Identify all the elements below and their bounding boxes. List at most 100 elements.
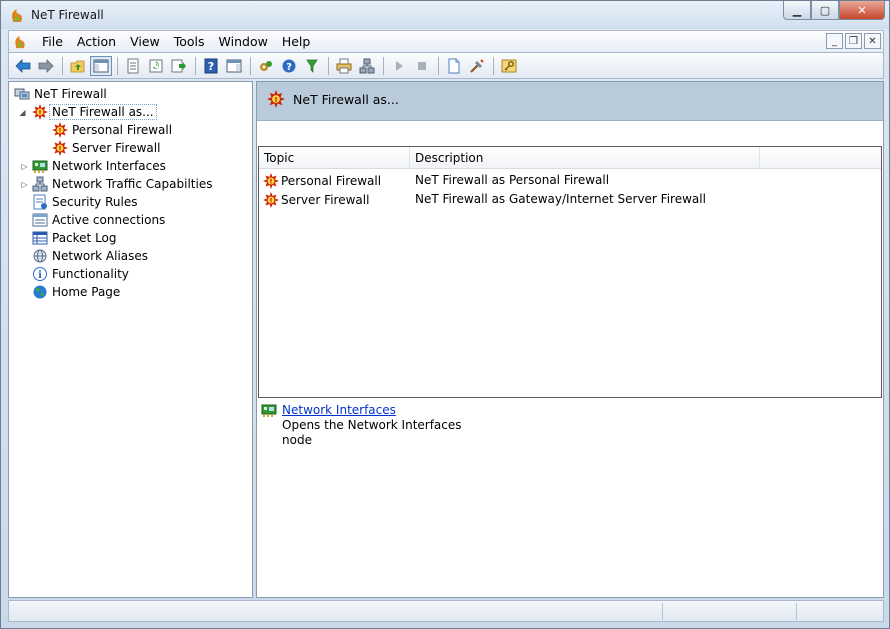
stop-button[interactable] [411, 56, 433, 76]
list-item-topic: Server Firewall [281, 192, 370, 207]
filter-button[interactable] [301, 56, 323, 76]
tree-item-traffic-capabilities[interactable]: Network Traffic Capabilties [32, 175, 212, 193]
menu-items: File Action View Tools Window Help [35, 34, 317, 50]
title-bar[interactable]: NeT Firewall ▁ ▢ ✕ [1, 1, 889, 29]
window-controls: ▁ ▢ ✕ [783, 1, 885, 21]
child-window-controls: _ ❐ ✕ [826, 33, 881, 49]
firewall-burst-icon: ! [267, 90, 285, 108]
content-title: NeT Firewall as... [293, 92, 399, 107]
maximize-button[interactable]: ▢ [811, 1, 839, 20]
collapse-arrow-icon[interactable]: ◢ [18, 108, 27, 117]
network-interfaces-link[interactable]: Network Interfaces [282, 403, 396, 417]
tree-item-personal-firewall[interactable]: ! Personal Firewall [52, 121, 172, 139]
back-button[interactable] [12, 56, 34, 76]
up-one-level-button[interactable] [67, 56, 89, 76]
child-close-button[interactable]: ✕ [864, 33, 881, 49]
tree-item-server-firewall[interactable]: ! Server Firewall [52, 139, 160, 157]
menu-action[interactable]: Action [70, 34, 123, 50]
tree-item-label: Home Page [52, 285, 121, 299]
print-button[interactable] [333, 56, 355, 76]
start-button[interactable] [388, 56, 410, 76]
list-item-description: NeT Firewall as Personal Firewall [415, 173, 610, 187]
close-button[interactable]: ✕ [839, 1, 885, 20]
tree-item-label: Packet Log [52, 231, 117, 245]
tree-item-root[interactable]: NeT Firewall [14, 85, 107, 103]
forward-button[interactable] [35, 56, 57, 76]
export-list-button[interactable] [168, 56, 190, 76]
help-topics-button[interactable]: ? [278, 56, 300, 76]
list-item-description: NeT Firewall as Gateway/Internet Server … [415, 192, 706, 206]
action-pane-button[interactable] [223, 56, 245, 76]
menu-tools[interactable]: Tools [167, 34, 212, 50]
menu-help[interactable]: Help [275, 34, 318, 50]
toolbar-separator [383, 56, 384, 75]
new-button[interactable] [443, 56, 465, 76]
expand-arrow-icon[interactable]: ▷ [20, 162, 29, 171]
list-item[interactable]: ! Server Firewall NeT Firewall as Gatewa… [259, 190, 881, 209]
app-menu-icon[interactable] [13, 34, 27, 49]
menu-window[interactable]: Window [212, 34, 275, 50]
tree-item-functionality[interactable]: i Functionality [32, 265, 129, 283]
help-icon: ? [204, 58, 218, 73]
refresh-button[interactable] [145, 56, 167, 76]
tools-icon [470, 58, 484, 73]
column-header-description[interactable]: Description [410, 147, 760, 169]
child-restore-button[interactable]: ❐ [845, 33, 862, 49]
toolbar-separator [438, 56, 439, 75]
maximize-icon: ▢ [819, 3, 831, 17]
minimize-button[interactable]: ▁ [783, 1, 811, 20]
toolbar-separator [195, 56, 196, 75]
menu-view[interactable]: View [123, 34, 167, 50]
link-description: Opens the Network Interfaces node [282, 418, 462, 447]
app-window: NeT Firewall ▁ ▢ ✕ File Action View Tool… [0, 0, 890, 629]
menu-file[interactable]: File [35, 34, 70, 50]
tree-item-network-interfaces[interactable]: Network Interfaces [32, 157, 166, 175]
tools-button[interactable] [466, 56, 488, 76]
list-item[interactable]: ! Personal Firewall NeT Firewall as Pers… [259, 171, 881, 190]
list-item-topic: Personal Firewall [281, 173, 382, 188]
tree-item-label: Security Rules [52, 195, 138, 209]
properties-button[interactable] [122, 56, 144, 76]
export-list-icon [171, 59, 186, 72]
tree-item-label: Network Aliases [52, 249, 149, 263]
play-icon [396, 60, 403, 71]
toolbar-separator [250, 56, 251, 75]
content-pane: ! NeT Firewall as... Topic Description !… [256, 81, 884, 598]
svg-text:!: ! [270, 177, 273, 185]
tree-item-active-connections[interactable]: Active connections [32, 211, 165, 229]
svg-text:?: ? [286, 62, 292, 73]
connections-list-icon [32, 212, 48, 228]
tree-item-firewall-as[interactable]: ! NeT Firewall as... [32, 103, 157, 121]
network-traffic-icon [32, 176, 48, 192]
tree-item-security-rules[interactable]: Security Rules [32, 193, 137, 211]
expand-arrow-icon[interactable]: ▷ [20, 180, 29, 189]
child-minimize-button[interactable]: _ [826, 33, 843, 49]
status-segment [662, 603, 796, 620]
column-header-topic[interactable]: Topic [259, 147, 410, 169]
key-icon [501, 59, 517, 72]
info-icon: i [32, 266, 48, 282]
navigation-tree: NeT Firewall ◢ ! NeT Firewall as... ! Pe… [8, 81, 253, 598]
show-hide-tree-button[interactable] [90, 55, 112, 76]
stop-icon [418, 61, 426, 70]
print-icon [336, 58, 352, 73]
tree-item-network-aliases[interactable]: Network Aliases [32, 247, 148, 265]
connect-button[interactable] [255, 56, 277, 76]
toolbar: ? ? [8, 53, 884, 79]
minimize-icon: ▁ [792, 3, 802, 17]
help-circle-icon: ? [282, 59, 296, 73]
tree-item-packet-log[interactable]: Packet Log [32, 229, 117, 247]
network-card-icon [32, 158, 48, 174]
network-card-icon [260, 402, 278, 418]
status-segment [796, 603, 883, 620]
tree-item-label: NeT Firewall as... [49, 104, 157, 120]
tree-item-home-page[interactable]: Home Page [32, 283, 120, 301]
show-hide-tree-icon [93, 59, 109, 72]
help-button[interactable]: ? [200, 56, 222, 76]
svg-text:!: ! [59, 145, 62, 153]
key-button[interactable] [498, 56, 520, 76]
tree-item-label: Network Traffic Capabilties [52, 177, 213, 191]
forward-arrow-icon [38, 58, 54, 73]
network-button[interactable] [356, 56, 378, 76]
description-area: Network Interfaces Opens the Network Int… [258, 402, 878, 472]
